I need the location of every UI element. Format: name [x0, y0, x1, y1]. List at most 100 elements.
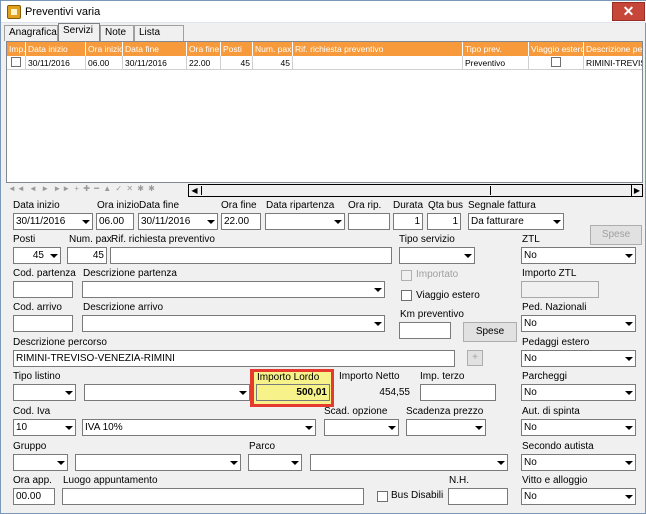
- scroll-thumb[interactable]: [201, 186, 491, 195]
- viaggio-estero-checkbox[interactable]: [401, 290, 412, 301]
- add-percorso-button[interactable]: +: [467, 350, 483, 366]
- importo-ztl-field[interactable]: [521, 281, 599, 298]
- chevron-down-icon[interactable]: [549, 214, 563, 229]
- aut-spinta-select[interactable]: No: [521, 419, 636, 436]
- scroll-left-arrow-icon[interactable]: ◀: [189, 185, 200, 196]
- ora-app-field[interactable]: 00.00: [13, 488, 55, 505]
- tab-servizi[interactable]: Servizi: [58, 23, 100, 41]
- col-imp[interactable]: Imp.: [7, 42, 26, 56]
- ztl-select[interactable]: No: [521, 247, 636, 264]
- col-posti[interactable]: Posti: [221, 42, 253, 56]
- chevron-down-icon[interactable]: [370, 282, 384, 297]
- scroll-right-arrow-icon[interactable]: ▶: [631, 185, 642, 196]
- chevron-down-icon[interactable]: [621, 420, 635, 435]
- imp-terzo-field[interactable]: [420, 384, 496, 401]
- chevron-down-icon[interactable]: [46, 248, 60, 263]
- chevron-down-icon[interactable]: [226, 455, 240, 470]
- col-data-inizio[interactable]: Data inizio: [26, 42, 86, 56]
- luogo-appuntamento-field[interactable]: [62, 488, 364, 505]
- tab-note[interactable]: Note: [100, 25, 134, 41]
- gruppo-description-select[interactable]: [75, 454, 241, 471]
- chevron-down-icon[interactable]: [493, 455, 507, 470]
- parco-select[interactable]: [248, 454, 302, 471]
- data-fine-picker[interactable]: 30/11/2016: [138, 213, 218, 230]
- descrizione-arrivo-select[interactable]: [82, 315, 385, 332]
- row-viaggio-estero-checkbox[interactable]: [551, 57, 561, 67]
- table-row[interactable]: 30/11/2016 06.00 30/11/2016 22.00 45 45 …: [7, 56, 642, 70]
- durata-field[interactable]: 1: [393, 213, 423, 230]
- col-tipo-prev[interactable]: Tipo prev.: [463, 42, 529, 56]
- spese-button[interactable]: Spese: [463, 322, 517, 342]
- tipo-listino-select[interactable]: [13, 384, 76, 401]
- chevron-down-icon[interactable]: [621, 351, 635, 366]
- data-ripartenza-picker[interactable]: [265, 213, 345, 230]
- chevron-down-icon[interactable]: [621, 385, 635, 400]
- chevron-down-icon[interactable]: [621, 489, 635, 504]
- listino-select[interactable]: [84, 384, 250, 401]
- cod-partenza-field[interactable]: [13, 281, 73, 298]
- chevron-down-icon[interactable]: [330, 214, 344, 229]
- importo-lordo-field[interactable]: 500,01: [256, 384, 330, 401]
- col-rif-richiesta[interactable]: Rif. richiesta preventivo: [293, 42, 463, 56]
- chevron-down-icon[interactable]: [287, 455, 301, 470]
- importato-checkbox[interactable]: [401, 270, 412, 281]
- grid-horizontal-scrollbar[interactable]: ◀ ▶: [188, 184, 643, 197]
- label-luogo-appuntamento: Luogo appuntamento: [63, 475, 158, 486]
- col-viaggio-estero[interactable]: Viaggio estero: [529, 42, 584, 56]
- vitto-alloggio-select[interactable]: No: [521, 488, 636, 505]
- descrizione-percorso-field[interactable]: RIMINI-TREVISO-VENEZIA-RIMINI: [13, 350, 455, 367]
- posti-select[interactable]: 45: [13, 247, 61, 264]
- chevron-down-icon[interactable]: [53, 455, 67, 470]
- close-button[interactable]: ✕: [612, 2, 645, 21]
- chevron-down-icon[interactable]: [621, 248, 635, 263]
- chevron-down-icon[interactable]: [621, 455, 635, 470]
- chevron-down-icon[interactable]: [203, 214, 217, 229]
- iva-description-select[interactable]: IVA 10%: [82, 419, 316, 436]
- num-pax-field[interactable]: 45: [67, 247, 107, 264]
- parcheggi-select[interactable]: No: [521, 384, 636, 401]
- col-ora-inizio[interactable]: Ora inizio: [86, 42, 123, 56]
- col-ora-fine[interactable]: Ora fine: [187, 42, 221, 56]
- descrizione-partenza-select[interactable]: [82, 281, 385, 298]
- chevron-down-icon[interactable]: [621, 316, 635, 331]
- km-preventivo-field[interactable]: [399, 322, 451, 339]
- chevron-down-icon[interactable]: [370, 316, 384, 331]
- cod-arrivo-field[interactable]: [13, 315, 73, 332]
- tab-lista[interactable]: Lista: [134, 25, 184, 41]
- segnale-fattura-select[interactable]: Da fatturare: [468, 213, 564, 230]
- ora-inizio-field[interactable]: 06.00: [96, 213, 134, 230]
- tab-anagrafica[interactable]: Anagrafica: [4, 25, 58, 41]
- chevron-down-icon[interactable]: [301, 420, 315, 435]
- navigator-buttons[interactable]: ◄◄ ◄ ► ►► + ✚ ━ ▲ ✓ ✕ ✱ ✱: [8, 184, 156, 193]
- cell-ora-fine: 22.00: [187, 56, 221, 70]
- cod-iva-select[interactable]: 10: [13, 419, 76, 436]
- gruppo-select[interactable]: [13, 454, 68, 471]
- pedaggi-estero-select[interactable]: No: [521, 350, 636, 367]
- spese-varie-button[interactable]: Spese varie: [590, 225, 642, 258]
- chevron-down-icon[interactable]: [235, 385, 249, 400]
- ora-fine-field[interactable]: 22.00: [221, 213, 261, 230]
- chevron-down-icon[interactable]: [78, 214, 92, 229]
- label-pedaggi-estero: Pedaggi estero: [522, 337, 590, 348]
- parco-description-select[interactable]: [310, 454, 508, 471]
- col-descrizione-percorso[interactable]: Descrizione perco: [584, 42, 642, 56]
- col-data-fine[interactable]: Data fine: [123, 42, 187, 56]
- chevron-down-icon[interactable]: [61, 420, 75, 435]
- ora-rip-field[interactable]: [348, 213, 390, 230]
- data-inizio-picker[interactable]: 30/11/2016: [13, 213, 93, 230]
- scad-opzione-picker[interactable]: [324, 419, 399, 436]
- secondo-autista-select[interactable]: No: [521, 454, 636, 471]
- chevron-down-icon[interactable]: [460, 248, 474, 263]
- nh-field[interactable]: [448, 488, 508, 505]
- col-num-pax[interactable]: Num. pax: [253, 42, 293, 56]
- row-imp-checkbox[interactable]: [11, 57, 21, 67]
- chevron-down-icon[interactable]: [61, 385, 75, 400]
- chevron-down-icon[interactable]: [471, 420, 485, 435]
- tipo-servizio-select[interactable]: [399, 247, 475, 264]
- bus-disabili-checkbox[interactable]: [377, 491, 388, 502]
- ped-nazionali-select[interactable]: No: [521, 315, 636, 332]
- qta-bus-field[interactable]: 1: [427, 213, 461, 230]
- chevron-down-icon[interactable]: [384, 420, 398, 435]
- rif-richiesta-field[interactable]: [110, 247, 392, 264]
- scadenza-prezzo-picker[interactable]: [406, 419, 486, 436]
